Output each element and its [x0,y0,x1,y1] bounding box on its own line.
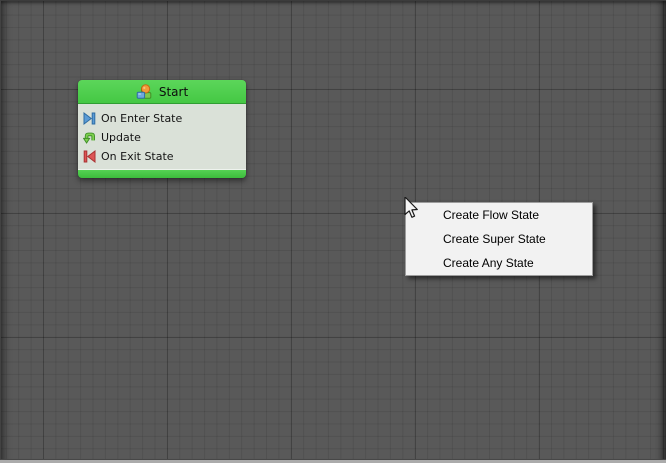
node-row-on-exit: On Exit State [78,147,246,166]
state-node-title: Start [159,85,188,99]
window-bottom-edge [0,459,666,463]
node-row-on-enter: On Enter State [78,109,246,128]
menu-item-create-any-state[interactable]: Create Any State [406,251,592,275]
on-enter-icon [83,112,96,125]
context-menu: Create Flow State Create Super State Cre… [405,202,593,276]
graph-canvas[interactable]: Start On Enter State [0,0,666,463]
update-icon [83,131,96,144]
on-exit-icon [83,150,96,163]
fsm-stack-icon [136,84,153,100]
state-node-body: On Enter State Update [78,104,246,169]
state-node-footer [78,169,246,178]
menu-item-create-flow-state[interactable]: Create Flow State [406,203,592,227]
menu-item-create-super-state[interactable]: Create Super State [406,227,592,251]
node-row-label: On Enter State [101,112,182,125]
state-node-header[interactable]: Start [78,80,246,104]
node-row-label: Update [101,131,141,144]
node-row-update: Update [78,128,246,147]
node-row-label: On Exit State [101,150,174,163]
state-node-start[interactable]: Start On Enter State [78,80,246,178]
